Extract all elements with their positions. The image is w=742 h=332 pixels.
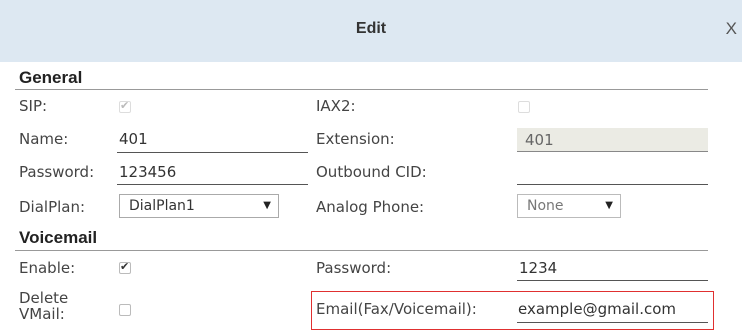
voicemail-password-input[interactable]: 1234 — [519, 259, 557, 277]
chevron-down-icon: ▼ — [263, 200, 271, 211]
analog-phone-selected-value: None — [527, 198, 564, 214]
password-input-underline — [117, 184, 308, 185]
voicemail-password-label: Password: — [316, 259, 392, 277]
delete-vmail-label-line1: Delete — [19, 289, 69, 307]
voicemail-enable-label: Enable: — [19, 259, 76, 277]
iax2-label: IAX2: — [316, 97, 356, 115]
section-divider — [15, 89, 708, 90]
analog-phone-select[interactable]: None ▼ — [517, 194, 621, 218]
delete-vmail-label: Delete VMail: — [19, 290, 68, 322]
close-button[interactable]: X — [726, 19, 737, 39]
delete-vmail-label-line2: VMail: — [19, 305, 65, 323]
email-input[interactable]: example@gmail.com — [518, 300, 676, 318]
dialog-header: Edit X — [0, 0, 742, 62]
sip-label: SIP: — [19, 97, 48, 115]
section-general-heading: General — [19, 68, 83, 87]
iax2-checkbox[interactable] — [518, 101, 530, 113]
outbound-cid-underline — [517, 184, 708, 185]
outbound-cid-label: Outbound CID: — [316, 163, 427, 181]
name-label: Name: — [19, 130, 69, 148]
dialplan-select[interactable]: DialPlan1 ▼ — [119, 194, 279, 218]
dialog-title: Edit — [355, 20, 387, 37]
extension-label: Extension: — [316, 130, 395, 148]
email-input-underline — [517, 322, 708, 323]
email-label: Email(Fax/Voicemail): — [316, 300, 477, 318]
voicemail-password-underline — [517, 280, 708, 281]
password-label: Password: — [19, 163, 95, 181]
section-divider — [15, 250, 708, 251]
chevron-down-icon: ▼ — [605, 200, 613, 211]
analog-phone-label: Analog Phone: — [316, 198, 425, 216]
voicemail-enable-checkbox[interactable] — [119, 260, 131, 274]
section-voicemail-heading: Voicemail — [19, 228, 98, 247]
dialplan-selected-value: DialPlan1 — [129, 198, 195, 214]
dialplan-label: DialPlan: — [19, 198, 86, 216]
delete-vmail-checkbox[interactable] — [119, 304, 131, 316]
name-input[interactable]: 401 — [119, 130, 148, 148]
name-input-underline — [117, 152, 308, 153]
sip-checkbox[interactable] — [119, 99, 131, 113]
password-input[interactable]: 123456 — [119, 163, 176, 181]
extension-input[interactable]: 401 — [517, 128, 708, 152]
